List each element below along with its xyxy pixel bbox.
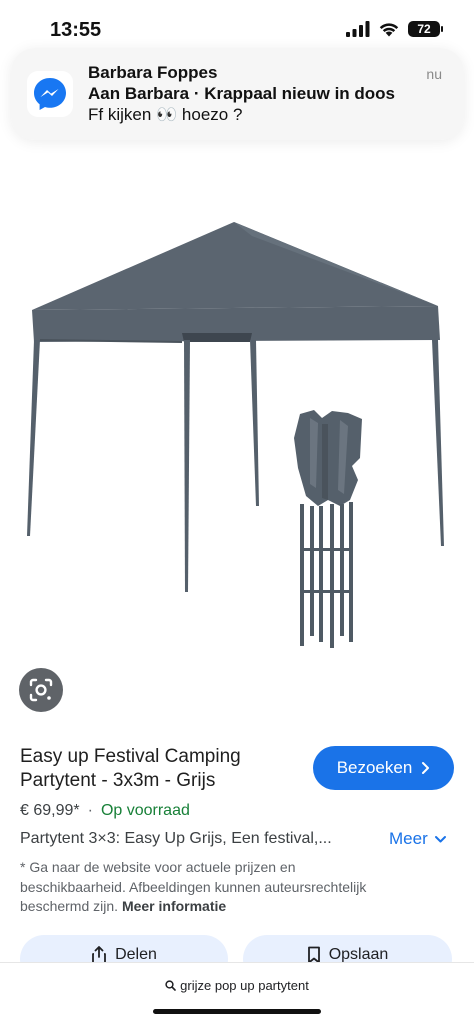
lens-button[interactable]: [19, 668, 63, 712]
stock-status: Op voorraad: [100, 802, 190, 819]
more-label: Meer: [389, 829, 428, 848]
notification-sender: Barbara Foppes: [88, 63, 218, 82]
notification-banner[interactable]: Barbara Foppes Aan Barbara · Krappaal ni…: [11, 48, 464, 140]
signal-icon: [346, 21, 370, 37]
battery-level: 72: [417, 22, 431, 36]
bottom-search-bar[interactable]: grijze pop up partytent: [0, 962, 474, 1024]
notification-time: nu: [426, 66, 442, 82]
battery-icon: 72: [408, 21, 443, 37]
product-title[interactable]: Easy up Festival Camping Partytent - 3x3…: [20, 745, 300, 793]
more-info-link[interactable]: Meer informatie: [122, 898, 226, 914]
search-query-text: grijze pop up partytent: [180, 978, 309, 993]
chevron-right-icon: [422, 762, 430, 774]
product-description: Partytent 3×3: Easy Up Grijs, Een festiv…: [20, 830, 332, 847]
home-indicator: [153, 1009, 321, 1014]
google-lens-icon: [29, 678, 53, 702]
notification-message: Ff kijken 👀 hoezo ?: [88, 105, 243, 124]
disclaimer: * Ga naar de website voor actuele prijze…: [20, 858, 390, 917]
visit-button[interactable]: Bezoeken: [313, 746, 454, 790]
product-price: € 69,99*: [20, 802, 80, 819]
search-icon: [165, 980, 176, 991]
wifi-icon: [379, 23, 399, 37]
chevron-down-icon: [434, 835, 446, 842]
tent-illustration: [27, 222, 444, 648]
notification-subtitle: Aan Barbara · Krappaal nieuw in doos: [88, 84, 396, 103]
status-time: 13:55: [50, 19, 102, 41]
visit-button-label: Bezoeken: [336, 758, 413, 777]
messenger-icon: [27, 71, 73, 117]
price-row: € 69,99* · Op voorraad: [20, 802, 190, 820]
product-image[interactable]: [22, 128, 452, 732]
search-query[interactable]: grijze pop up partytent: [0, 978, 474, 993]
more-button[interactable]: Meer: [389, 829, 447, 849]
status-icons: 72: [346, 21, 443, 37]
separator-dot: ·: [87, 802, 93, 819]
